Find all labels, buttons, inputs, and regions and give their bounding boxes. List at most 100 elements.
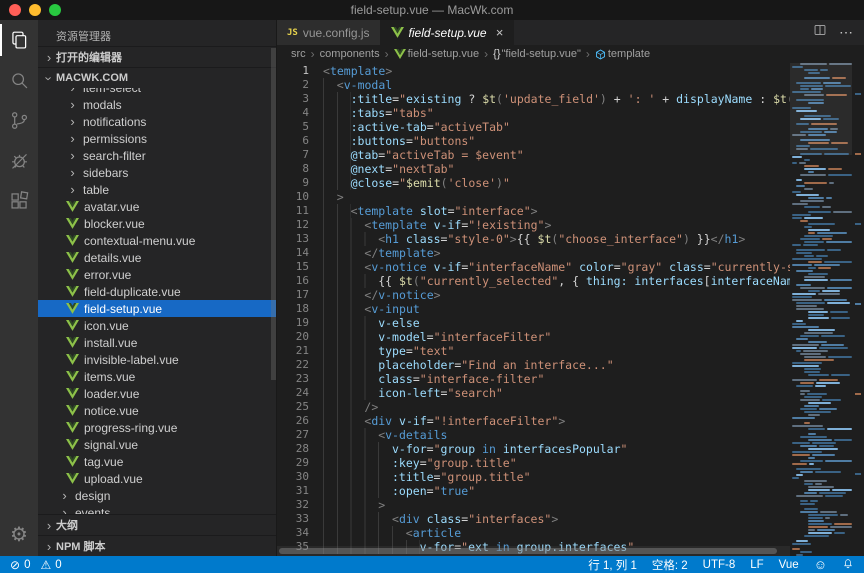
close-window-button[interactable] (9, 4, 21, 16)
feedback-smiley-icon[interactable]: ☺ (814, 558, 827, 571)
line-number[interactable]: 23 (277, 372, 323, 386)
line-number[interactable]: 18 (277, 302, 323, 316)
tree-item-details-vue[interactable]: details.vue (38, 249, 276, 266)
overview-ruler[interactable] (852, 63, 864, 556)
close-tab-icon[interactable]: × (496, 25, 504, 40)
code-line[interactable]: 18<v-input (277, 302, 790, 316)
line-number[interactable]: 15 (277, 260, 323, 274)
warning-count[interactable]: ⚠0 (40, 559, 61, 571)
horizontal-scrollbar[interactable] (277, 546, 790, 556)
code-line[interactable]: 2<v-modal (277, 78, 790, 92)
code-line[interactable]: 27<v-details (277, 428, 790, 442)
problems-indicators[interactable]: ⊘0 ⚠0 (10, 559, 62, 571)
line-number[interactable]: 17 (277, 288, 323, 302)
tree-item-icon-vue[interactable]: icon.vue (38, 317, 276, 334)
code-line[interactable]: 1<template> (277, 64, 790, 78)
search-icon[interactable] (0, 60, 38, 100)
line-number[interactable]: 30 (277, 470, 323, 484)
tree-item-tag-vue[interactable]: tag.vue (38, 453, 276, 470)
tree-item-invisible-label-vue[interactable]: invisible-label.vue (38, 351, 276, 368)
tree-item-blocker-vue[interactable]: blocker.vue (38, 215, 276, 232)
code-line[interactable]: 7@tab="activeTab = $event" (277, 148, 790, 162)
code-line[interactable]: 15<v-notice v-if="interfaceName" color="… (277, 260, 790, 274)
line-number[interactable]: 6 (277, 134, 323, 148)
code-line[interactable]: 10> (277, 190, 790, 204)
error-count[interactable]: ⊘0 (10, 559, 30, 571)
minimize-window-button[interactable] (29, 4, 41, 16)
tree-item-table[interactable]: ›table (38, 181, 276, 198)
breadcrumb-item[interactable]: template (595, 48, 650, 60)
code-line[interactable]: 19v-else (277, 316, 790, 330)
code-editor[interactable]: 1<template>2<v-modal3:title="existing ? … (277, 63, 864, 556)
source-control-icon[interactable] (0, 100, 38, 140)
status-item[interactable]: UTF-8 (703, 559, 736, 571)
tree-item-install-vue[interactable]: install.vue (38, 334, 276, 351)
minimap[interactable] (790, 63, 852, 556)
code-line[interactable]: 30:title="group.title" (277, 470, 790, 484)
code-line[interactable]: 12<template v-if="!existing"> (277, 218, 790, 232)
tree-item-field-duplicate-vue[interactable]: field-duplicate.vue (38, 283, 276, 300)
debug-icon[interactable] (0, 140, 38, 180)
minimap-slider[interactable] (790, 63, 852, 155)
line-number[interactable]: 12 (277, 218, 323, 232)
line-number[interactable]: 5 (277, 120, 323, 134)
line-number[interactable]: 21 (277, 344, 323, 358)
code-line[interactable]: 6:buttons="buttons" (277, 134, 790, 148)
workspace-section[interactable]: › MACWK.COM (38, 67, 276, 88)
tree-item-notifications[interactable]: ›notifications (38, 113, 276, 130)
code-line[interactable]: 20v-model="interfaceFilter" (277, 330, 790, 344)
tree-item-avatar-vue[interactable]: avatar.vue (38, 198, 276, 215)
tree-item-loader-vue[interactable]: loader.vue (38, 385, 276, 402)
code-line[interactable]: 25/> (277, 400, 790, 414)
zoom-window-button[interactable] (49, 4, 61, 16)
tree-item-notice-vue[interactable]: notice.vue (38, 402, 276, 419)
tree-item-item-select[interactable]: ›item-select (38, 88, 276, 96)
line-number[interactable]: 22 (277, 358, 323, 372)
code-line[interactable]: 29:key="group.title" (277, 456, 790, 470)
code-line[interactable]: 34<article (277, 526, 790, 540)
code-line[interactable]: 23class="interface-filter" (277, 372, 790, 386)
code-line[interactable]: 11<template slot="interface"> (277, 204, 790, 218)
line-number[interactable]: 34 (277, 526, 323, 540)
line-number[interactable]: 8 (277, 162, 323, 176)
status-item[interactable]: 空格: 2 (652, 557, 688, 573)
tree-item-search-filter[interactable]: ›search-filter (38, 147, 276, 164)
manage-gear-icon[interactable]: ⚙ (0, 512, 38, 556)
outline-section[interactable]: › 大纲 (38, 514, 276, 535)
line-number[interactable]: 27 (277, 428, 323, 442)
line-number[interactable]: 33 (277, 512, 323, 526)
code-line[interactable]: 26<div v-if="!interfaceFilter"> (277, 414, 790, 428)
tree-item-design[interactable]: ›design (38, 487, 276, 504)
npm-scripts-section[interactable]: › NPM 脚本 (38, 535, 276, 556)
split-editor-icon[interactable] (813, 23, 827, 42)
code-line[interactable]: 31:open="true" (277, 484, 790, 498)
code-line[interactable]: 13<h1 class="style-0">{{ $t("choose_inte… (277, 232, 790, 246)
line-number[interactable]: 24 (277, 386, 323, 400)
line-number[interactable]: 13 (277, 232, 323, 246)
line-number[interactable]: 11 (277, 204, 323, 218)
line-number[interactable]: 7 (277, 148, 323, 162)
code-line[interactable]: 28v-for="group in interfacesPopular" (277, 442, 790, 456)
tab-vue-config-js[interactable]: JSvue.config.js (277, 20, 381, 45)
tree-item-permissions[interactable]: ›permissions (38, 130, 276, 147)
line-number[interactable]: 31 (277, 484, 323, 498)
code-line[interactable]: 17</v-notice> (277, 288, 790, 302)
code-line[interactable]: 22placeholder="Find an interface..." (277, 358, 790, 372)
code-line[interactable]: 32> (277, 498, 790, 512)
code-line[interactable]: 9@close="$emit('close')" (277, 176, 790, 190)
code-line[interactable]: 33<div class="interfaces"> (277, 512, 790, 526)
code-line[interactable]: 4:tabs="tabs" (277, 106, 790, 120)
open-editors-section[interactable]: › 打开的编辑器 (38, 46, 276, 67)
line-number[interactable]: 1 (277, 64, 323, 78)
tree-item-modals[interactable]: ›modals (38, 96, 276, 113)
extensions-icon[interactable] (0, 180, 38, 220)
line-number[interactable]: 14 (277, 246, 323, 260)
code-line[interactable]: 21type="text" (277, 344, 790, 358)
tree-item-contextual-menu-vue[interactable]: contextual-menu.vue (38, 232, 276, 249)
line-number[interactable]: 2 (277, 78, 323, 92)
tree-item-sidebars[interactable]: ›sidebars (38, 164, 276, 181)
code-line[interactable]: 16{{ $t("currently_selected", { thing: i… (277, 274, 790, 288)
line-number[interactable]: 28 (277, 442, 323, 456)
line-number[interactable]: 25 (277, 400, 323, 414)
status-item[interactable]: 行 1, 列 1 (588, 557, 637, 573)
